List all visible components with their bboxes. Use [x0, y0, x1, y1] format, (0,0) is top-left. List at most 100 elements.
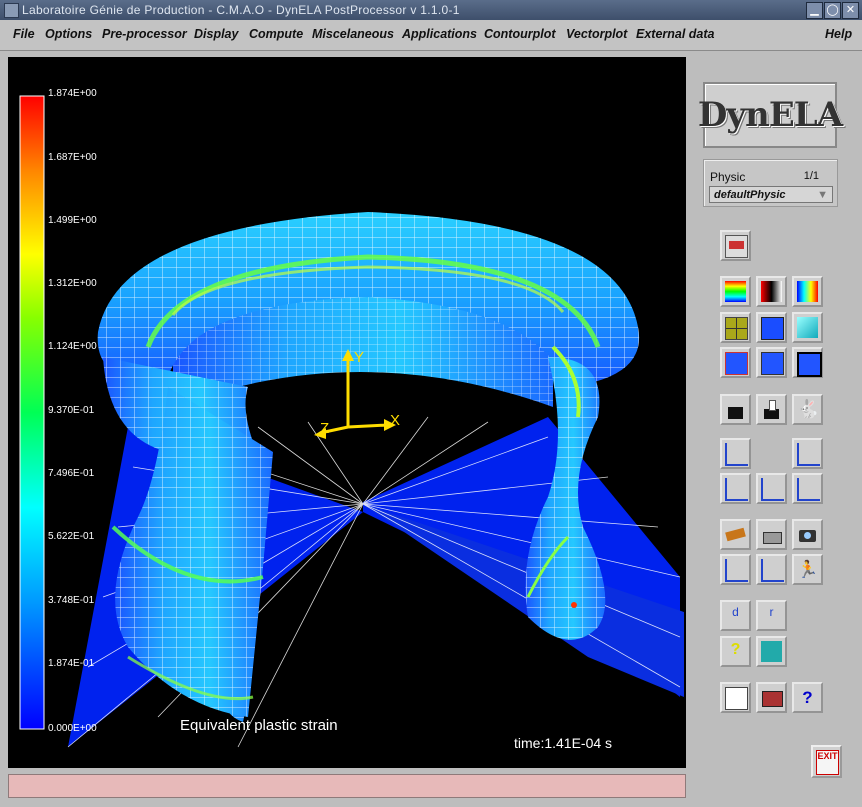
view-3d-button[interactable]	[720, 438, 751, 469]
element-edges-icon	[797, 352, 822, 377]
menu-options[interactable]: Options	[45, 27, 92, 41]
close-icon[interactable]: ✕	[842, 2, 859, 19]
rabbit-icon: 🐇	[797, 399, 820, 419]
colorbar-label: 1.499E+00	[48, 215, 97, 226]
multi-curve-button[interactable]	[756, 554, 787, 585]
cube-solid-icon	[761, 317, 784, 340]
database-button[interactable]	[720, 230, 751, 261]
menu-help[interactable]: Help	[825, 27, 852, 41]
menu-pre-processor[interactable]: Pre-processor	[102, 27, 187, 41]
rabbit-hat-button[interactable]	[756, 394, 787, 425]
report-button[interactable]	[720, 682, 751, 713]
graphics-viewport[interactable]: Y X Z 1.874E+00 1.687E+00 1.499E+00 1.31…	[8, 57, 686, 768]
app-icon[interactable]	[4, 3, 19, 18]
shaded-view-button[interactable]	[792, 312, 823, 343]
axis-y-label: Y	[354, 349, 364, 366]
node-numbers-button[interactable]	[720, 347, 751, 378]
help-icon: ?	[802, 688, 813, 707]
menu-bar: File Options Pre-processor Display Compu…	[0, 20, 862, 51]
physic-box: Physic 1/1 defaultPhysic ▼	[703, 159, 838, 207]
control-panel: DynELA Physic 1/1 defaultPhysic ▼ 🐇 🏃 d …	[693, 57, 855, 797]
multi-curve-icon	[761, 559, 784, 582]
view-zx-button[interactable]	[756, 473, 787, 504]
mesh-icon	[725, 317, 748, 340]
menu-display[interactable]: Display	[194, 27, 238, 41]
distance-button[interactable]: d	[720, 600, 751, 631]
view-xy-button[interactable]	[792, 438, 823, 469]
colorbar	[19, 95, 45, 730]
colorbar-label: 0.000E+00	[48, 723, 97, 734]
colorbar-label: 5.622E-01	[48, 531, 95, 542]
field-label: Equivalent plastic strain	[180, 717, 338, 734]
axes-yz-icon	[797, 478, 820, 501]
radius-icon: r	[769, 605, 774, 619]
menu-applications[interactable]: Applications	[402, 27, 477, 41]
colorbar-label: 9.370E-01	[48, 405, 95, 416]
minimize-icon[interactable]: ▁	[806, 2, 823, 19]
view-yz-button[interactable]	[792, 473, 823, 504]
menu-file[interactable]: File	[13, 27, 35, 41]
ruler-icon	[725, 524, 746, 545]
view-yx-button[interactable]	[720, 473, 751, 504]
element-edges-button[interactable]	[792, 347, 823, 378]
camera-button[interactable]	[792, 519, 823, 550]
mesh-view-button[interactable]	[720, 312, 751, 343]
chevron-down-icon: ▼	[817, 189, 828, 201]
colorbar-label: 1.687E+00	[48, 152, 97, 163]
rabbit-button[interactable]: 🐇	[792, 394, 823, 425]
title-bar: Laboratoire Génie de Production - C.M.A.…	[0, 0, 862, 20]
physic-select[interactable]: defaultPhysic ▼	[709, 186, 833, 203]
runner-icon: 🏃	[797, 560, 819, 579]
manual-button[interactable]	[756, 682, 787, 713]
menu-miscelaneous[interactable]: Miscelaneous	[312, 27, 394, 41]
radius-button[interactable]: r	[756, 600, 787, 631]
axes-3d-icon	[725, 443, 748, 466]
menu-compute[interactable]: Compute	[249, 27, 303, 41]
curve-plot-icon	[725, 559, 748, 582]
help-button[interactable]: ?	[792, 682, 823, 713]
grid-icon	[761, 641, 782, 662]
axis-z-label: Z	[320, 420, 329, 437]
colorbar-label: 3.748E-01	[48, 595, 95, 606]
colormap-inverse-button[interactable]	[792, 276, 823, 307]
element-numbers-button[interactable]	[756, 347, 787, 378]
fem-render: Y X Z 1.874E+00 1.687E+00 1.499E+00 1.31…	[19, 88, 684, 751]
curve-plot-button[interactable]	[720, 554, 751, 585]
magic-hat-icon	[725, 399, 746, 420]
colorbar-label: 1.312E+00	[48, 278, 97, 289]
rainbow-colormap-icon	[725, 281, 746, 302]
print-button[interactable]	[756, 519, 787, 550]
question-icon: ?	[730, 641, 741, 658]
menu-vectorplot[interactable]: Vectorplot	[566, 27, 627, 41]
colorbar-label: 1.874E-01	[48, 658, 95, 669]
hat-button[interactable]	[720, 394, 751, 425]
maximize-icon[interactable]: ◯	[824, 2, 841, 19]
colorbar-label: 1.124E+00	[48, 341, 97, 352]
cube-shaded-icon	[797, 317, 818, 338]
query-button[interactable]: ?	[720, 636, 751, 667]
axes-zx-icon	[761, 478, 784, 501]
ruler-button[interactable]	[720, 519, 751, 550]
animate-button[interactable]: 🏃	[792, 554, 823, 585]
gray-colormap-icon	[761, 281, 782, 302]
physic-selected-value: defaultPhysic	[714, 189, 786, 201]
axes-yx-icon	[725, 478, 748, 501]
colormap-rainbow-button[interactable]	[720, 276, 751, 307]
menu-external-data[interactable]: External data	[636, 27, 715, 41]
window-title: Laboratoire Génie de Production - C.M.A.…	[22, 3, 460, 17]
rabbit-hat-icon	[761, 399, 782, 420]
database-icon	[725, 235, 748, 258]
inverse-colormap-icon	[797, 281, 818, 302]
logo-text: DynELA	[697, 95, 843, 135]
grid-button[interactable]	[756, 636, 787, 667]
axes-xy-icon	[797, 443, 820, 466]
colormap-gray-button[interactable]	[756, 276, 787, 307]
solid-view-button[interactable]	[756, 312, 787, 343]
report-icon	[725, 687, 748, 710]
menu-contourplot[interactable]: Contourplot	[484, 27, 556, 41]
colorbar-label: 7.496E-01	[48, 468, 95, 479]
physic-count: 1/1	[803, 170, 819, 182]
status-bar	[8, 774, 686, 798]
exit-button[interactable]: EXIT	[811, 745, 842, 778]
exit-icon: EXIT	[816, 750, 839, 775]
